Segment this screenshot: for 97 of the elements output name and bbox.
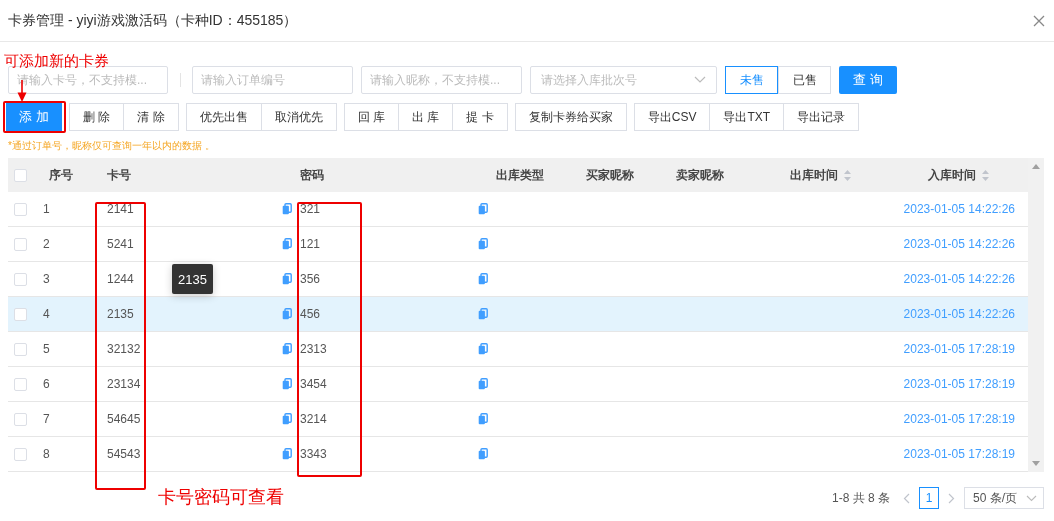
column-header: 序号: [49, 166, 73, 184]
copy-icon[interactable]: [478, 448, 488, 460]
table-cell: 1244: [107, 272, 134, 286]
checkbox[interactable]: [14, 202, 27, 216]
table-cell: 7: [43, 412, 50, 426]
table-cell: 2023-01-05 17:28:19: [903, 377, 1015, 391]
checkbox[interactable]: [14, 272, 27, 286]
table-cell: 54645: [107, 412, 141, 426]
table-cell: 32132: [107, 342, 141, 356]
copy-icon[interactable]: [478, 238, 488, 250]
table-cell: 2023-01-05 17:28:19: [903, 447, 1015, 461]
table-cell: 2023-01-05 14:22:26: [903, 237, 1015, 251]
checkbox[interactable]: [14, 412, 27, 426]
table-cell: 4: [43, 307, 50, 321]
checkbox[interactable]: [14, 237, 27, 251]
hint-text: *通过订单号，昵称仅可查询一年以内的数据 。: [8, 139, 216, 153]
chevron-left-icon[interactable]: [903, 492, 910, 504]
table-cell: 8: [43, 447, 50, 461]
chevron-right-icon[interactable]: [948, 492, 955, 504]
page-size-select[interactable]: 50 条/页: [964, 487, 1044, 509]
annotation-text: 卡号密码可查看: [158, 486, 284, 509]
sort-icon[interactable]: [982, 169, 989, 181]
search-field[interactable]: 请输入昵称，不支持模...: [361, 66, 522, 94]
status-tab[interactable]: 已售: [778, 66, 831, 94]
copy-icon[interactable]: [282, 238, 292, 250]
copy-icon[interactable]: [478, 378, 488, 390]
copy-icon[interactable]: [282, 378, 292, 390]
highlight-frame: [3, 101, 66, 133]
dialog-title: 卡券管理 - yiyi游戏激活码（卡种ID：455185）: [8, 11, 298, 30]
sort-icon[interactable]: [844, 169, 851, 181]
toolbar-button[interactable]: 回 库: [343, 103, 400, 131]
table-cell: 121: [300, 237, 321, 251]
table-cell: 2141: [107, 202, 134, 216]
table-cell: 1: [43, 202, 50, 216]
tooltip: 2135: [172, 264, 213, 294]
toolbar-button[interactable]: 清 除: [123, 103, 179, 131]
column-header: 买家昵称: [586, 166, 634, 184]
column-header: 出库类型: [496, 166, 544, 184]
copy-icon[interactable]: [478, 308, 488, 320]
copy-icon[interactable]: [282, 203, 292, 215]
scroll-up-icon[interactable]: [1032, 164, 1040, 169]
search-field[interactable]: 请输入订单编号: [192, 66, 353, 94]
table-cell: 456: [300, 307, 321, 321]
table-cell: 3454: [300, 377, 327, 391]
table-cell: 321: [300, 202, 321, 216]
table-cell: 2135: [107, 307, 134, 321]
scroll-down-icon[interactable]: [1032, 461, 1040, 466]
table-cell: 2023-01-05 17:28:19: [903, 412, 1015, 426]
checkbox[interactable]: [14, 168, 27, 182]
table-cell: 2023-01-05 14:22:26: [903, 202, 1015, 216]
column-header: 卡号: [107, 166, 131, 184]
chevron-down-icon: [1026, 494, 1037, 502]
column-header: 密码: [300, 166, 324, 184]
toolbar-button[interactable]: 取消优先: [260, 103, 337, 131]
table-cell: 3: [43, 272, 50, 286]
copy-icon[interactable]: [282, 273, 292, 285]
table-cell: 5241: [107, 237, 134, 251]
toolbar-button[interactable]: 优先出售: [185, 103, 262, 131]
checkbox[interactable]: [14, 307, 27, 321]
close-icon[interactable]: [1033, 14, 1045, 27]
copy-icon[interactable]: [282, 343, 292, 355]
toolbar-button[interactable]: 复制卡券给买家: [514, 103, 627, 131]
page-summary: 1-8 共 8 条: [831, 489, 890, 507]
checkbox[interactable]: [14, 342, 27, 356]
column-header: 卖家昵称: [676, 166, 724, 184]
copy-icon[interactable]: [478, 203, 488, 215]
toolbar-button[interactable]: 导出TXT: [709, 103, 785, 131]
checkbox[interactable]: [14, 377, 27, 391]
toolbar-button[interactable]: 提 卡: [452, 103, 508, 131]
copy-icon[interactable]: [282, 413, 292, 425]
chevron-down-icon: [694, 76, 706, 84]
checkbox[interactable]: [14, 447, 27, 461]
table-cell: 3343: [300, 447, 327, 461]
table-cell: 2023-01-05 14:22:26: [903, 307, 1015, 321]
column-header[interactable]: 出库时间: [790, 166, 851, 184]
toolbar-button[interactable]: 导出记录: [783, 103, 860, 131]
copy-icon[interactable]: [478, 273, 488, 285]
table-cell: 54543: [107, 447, 141, 461]
table-row[interactable]: 4 2135 456 2023-01-05 14:22:26: [8, 297, 1028, 332]
table-cell: 2313: [300, 342, 327, 356]
copy-icon[interactable]: [282, 448, 292, 460]
table-cell: 2: [43, 237, 50, 251]
column-header[interactable]: 入库时间: [928, 166, 989, 184]
table-cell: 23134: [107, 377, 141, 391]
copy-icon[interactable]: [478, 413, 488, 425]
toolbar-button[interactable]: 导出CSV: [633, 103, 711, 131]
table-cell: 2023-01-05 17:28:19: [903, 342, 1015, 356]
table-cell: 3214: [300, 412, 327, 426]
toolbar-button[interactable]: 出 库: [398, 103, 454, 131]
copy-icon[interactable]: [478, 343, 488, 355]
table-cell: 5: [43, 342, 50, 356]
table-cell: 2023-01-05 14:22:26: [903, 272, 1015, 286]
table-cell: 6: [43, 377, 50, 391]
copy-icon[interactable]: [282, 308, 292, 320]
toolbar-button[interactable]: 删 除: [69, 103, 125, 131]
scrollbar[interactable]: [1028, 158, 1044, 472]
table-cell: 356: [300, 272, 321, 286]
